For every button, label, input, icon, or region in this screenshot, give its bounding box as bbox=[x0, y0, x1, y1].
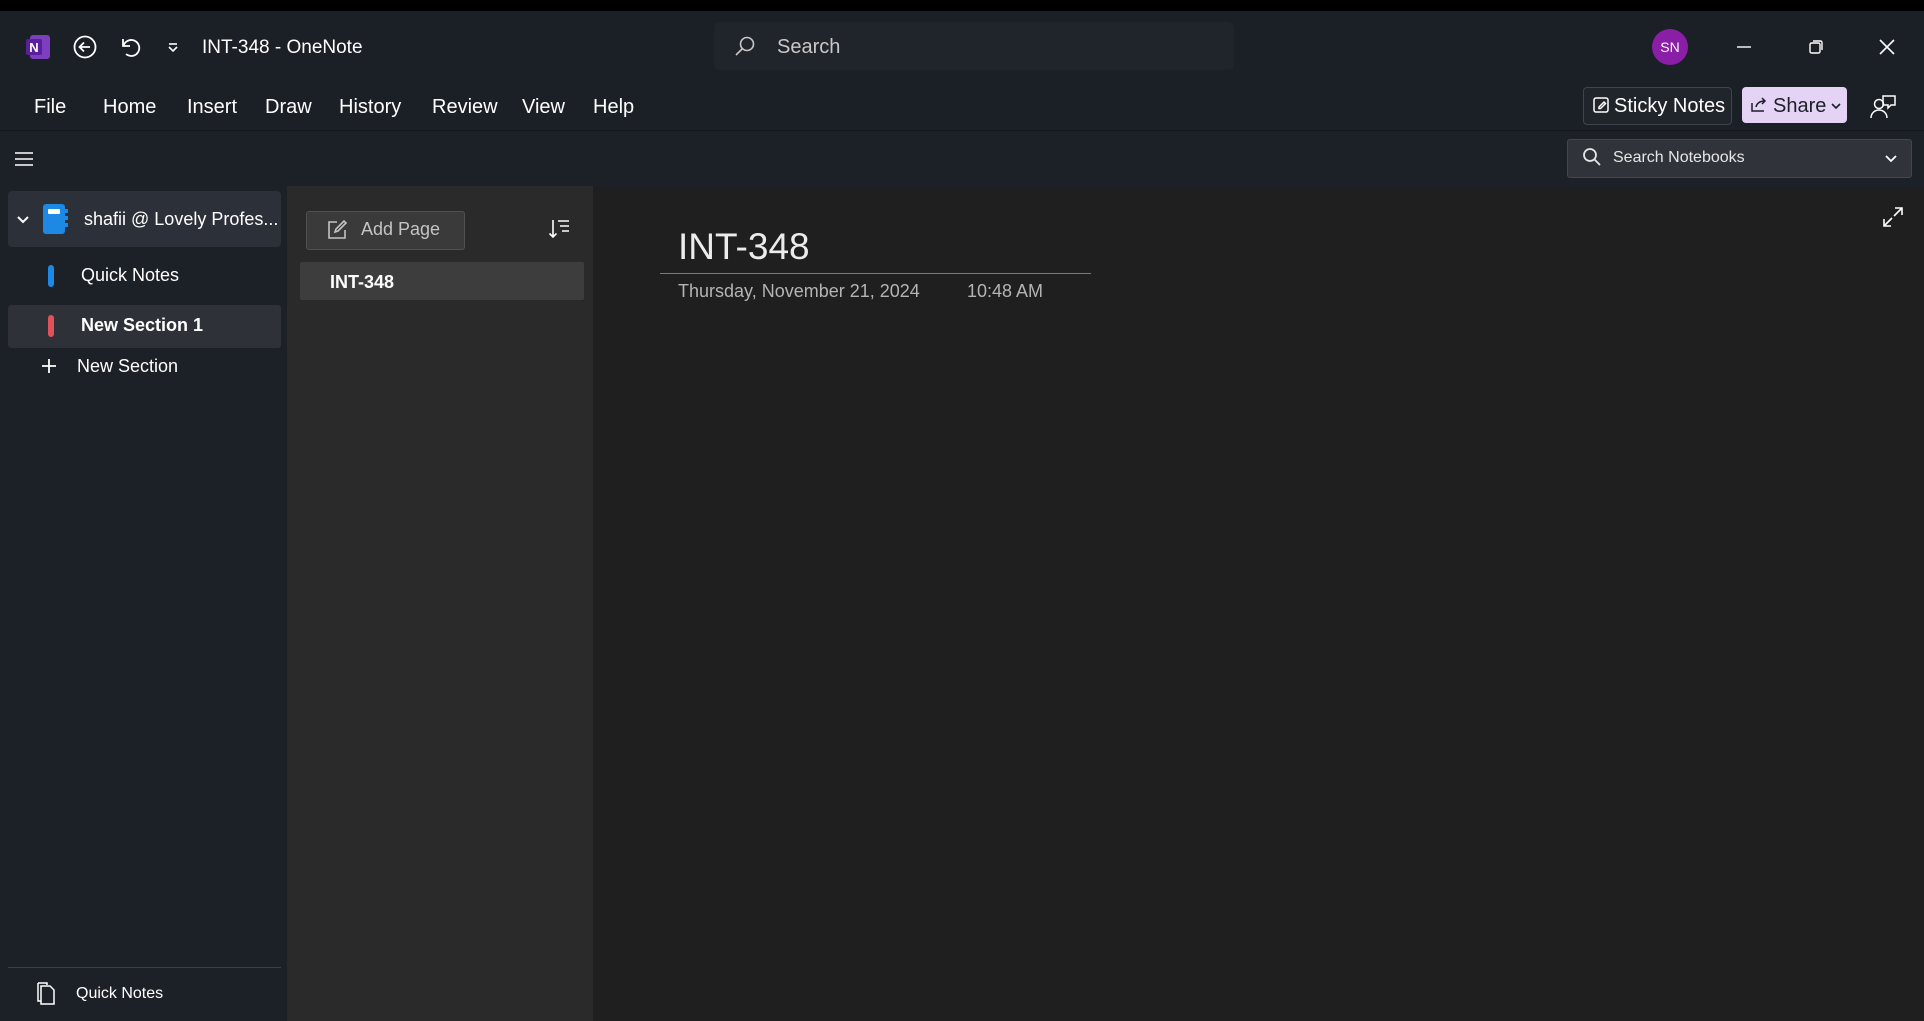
section-color-tab bbox=[48, 315, 54, 337]
menu-home[interactable]: Home bbox=[103, 96, 156, 119]
menu-review[interactable]: Review bbox=[432, 96, 498, 119]
title-underline bbox=[660, 273, 1091, 274]
feedback-icon[interactable] bbox=[1866, 91, 1900, 123]
undo-icon[interactable] bbox=[114, 32, 144, 62]
share-icon bbox=[1749, 95, 1769, 115]
minimize-icon[interactable] bbox=[1726, 30, 1762, 64]
page-date: Thursday, November 21, 2024 bbox=[678, 281, 920, 301]
onenote-logo-icon: N bbox=[24, 33, 52, 61]
menu-file[interactable]: File bbox=[34, 96, 66, 119]
chevron-down-icon[interactable] bbox=[1882, 149, 1900, 167]
search-notebooks-placeholder: Search Notebooks bbox=[1613, 149, 1745, 166]
share-dropdown-icon[interactable] bbox=[1829, 99, 1843, 113]
menu-insert[interactable]: Insert bbox=[187, 96, 237, 119]
section-label: Quick Notes bbox=[81, 265, 180, 285]
pages-pane bbox=[287, 186, 593, 1021]
close-icon[interactable] bbox=[1869, 30, 1905, 64]
notebook-icon bbox=[40, 203, 70, 235]
search-notebooks-icon bbox=[1581, 146, 1603, 168]
sidebar-divider bbox=[8, 967, 281, 968]
search-icon bbox=[732, 33, 758, 59]
page-time: 10:48 AM bbox=[967, 281, 1044, 301]
add-page-label: Add Page bbox=[361, 219, 441, 239]
restore-icon[interactable] bbox=[1798, 30, 1834, 64]
new-section-button[interactable]: New Section bbox=[77, 356, 178, 377]
menu-draw[interactable]: Draw bbox=[265, 96, 312, 119]
window-top-border bbox=[0, 0, 1924, 11]
quick-notes-page-icon[interactable] bbox=[34, 981, 58, 1007]
page-title[interactable]: INT-348 bbox=[678, 226, 810, 268]
user-avatar[interactable]: SN bbox=[1652, 29, 1688, 65]
expand-chevron-icon[interactable] bbox=[14, 211, 32, 229]
quick-access-dropdown-icon[interactable] bbox=[162, 36, 184, 58]
sort-pages-icon[interactable] bbox=[544, 214, 574, 244]
search-placeholder: Search bbox=[777, 36, 841, 58]
hamburger-menu-icon[interactable] bbox=[10, 146, 38, 172]
menu-view[interactable]: View bbox=[522, 96, 565, 119]
menu-help[interactable]: Help bbox=[593, 96, 634, 119]
expand-view-icon[interactable] bbox=[1880, 204, 1906, 230]
svg-text:N: N bbox=[29, 40, 38, 55]
window-title: INT-348 - OneNote bbox=[202, 37, 363, 58]
page-canvas[interactable] bbox=[593, 190, 1924, 1021]
page-item-label: INT-348 bbox=[330, 272, 395, 292]
section-color-tab bbox=[48, 265, 54, 287]
notebook-name: shafii @ Lovely Profes... bbox=[84, 209, 279, 229]
sticky-notes-label: Sticky Notes bbox=[1614, 95, 1726, 117]
menu-history[interactable]: History bbox=[339, 96, 401, 119]
sticky-note-icon bbox=[1591, 95, 1611, 115]
share-label: Share bbox=[1773, 95, 1827, 117]
back-icon[interactable] bbox=[70, 32, 100, 62]
quick-notes-link[interactable]: Quick Notes bbox=[76, 985, 163, 1003]
add-page-icon bbox=[324, 217, 350, 243]
plus-icon[interactable] bbox=[39, 356, 59, 376]
section-label: New Section 1 bbox=[81, 315, 204, 335]
